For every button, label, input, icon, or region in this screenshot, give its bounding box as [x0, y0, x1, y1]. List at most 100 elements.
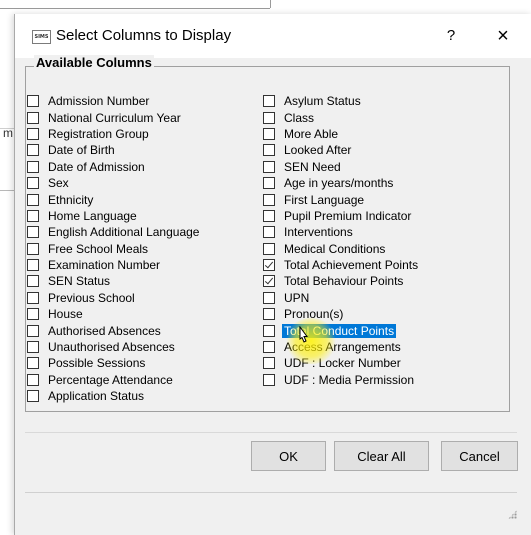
- checkbox[interactable]: [263, 127, 275, 140]
- column-option-label: Medical Conditions: [284, 241, 386, 256]
- checkbox[interactable]: [27, 275, 39, 288]
- dialog-title: Select Columns to Display: [56, 27, 232, 44]
- checkbox[interactable]: [263, 177, 275, 190]
- column-option[interactable]: House: [27, 306, 201, 322]
- column-option[interactable]: Previous School: [27, 290, 201, 306]
- checkbox[interactable]: [27, 226, 39, 239]
- column-option[interactable]: Admission Number: [27, 93, 201, 109]
- column-option[interactable]: Ethnicity: [27, 191, 201, 207]
- checkbox[interactable]: [263, 160, 275, 173]
- column-option-label: Possible Sessions: [48, 356, 146, 371]
- column-option[interactable]: National Curriculum Year: [27, 109, 201, 125]
- checkbox[interactable]: [263, 341, 275, 354]
- column-option-label: English Additional Language: [48, 225, 200, 240]
- column-option[interactable]: Medical Conditions: [263, 241, 420, 257]
- checkbox[interactable]: [27, 324, 39, 337]
- checkbox[interactable]: [27, 127, 39, 140]
- close-button[interactable]: ×: [489, 23, 517, 49]
- column-option[interactable]: Home Language: [27, 208, 201, 224]
- column-option[interactable]: Authorised Absences: [27, 322, 201, 338]
- status-strip: [25, 492, 517, 493]
- checkbox[interactable]: [263, 291, 275, 304]
- column-option[interactable]: Interventions: [263, 224, 420, 240]
- column-option-label: Ethnicity: [48, 192, 94, 207]
- column-option-label: UDF : Media Permission: [284, 372, 415, 387]
- column-option[interactable]: More Able: [263, 126, 420, 142]
- title-bar[interactable]: SIMS Select Columns to Display ? ×: [15, 14, 531, 58]
- checkbox[interactable]: [27, 259, 39, 272]
- column-option[interactable]: Percentage Attendance: [27, 372, 201, 388]
- cancel-button[interactable]: Cancel: [441, 441, 518, 471]
- column-option[interactable]: UDF : Locker Number: [263, 355, 420, 371]
- column-option[interactable]: Pupil Premium Indicator: [263, 208, 420, 224]
- checkbox[interactable]: [263, 193, 275, 206]
- column-option-label: Admission Number: [48, 94, 150, 109]
- column-option[interactable]: UDF : Media Permission: [263, 372, 420, 388]
- column-option[interactable]: Sex: [27, 175, 201, 191]
- checkbox[interactable]: [27, 95, 39, 108]
- column-option-label: Asylum Status: [284, 94, 361, 109]
- column-option-label: National Curriculum Year: [48, 110, 181, 125]
- column-option[interactable]: Total Behaviour Points: [263, 273, 420, 289]
- column-option[interactable]: English Additional Language: [27, 224, 201, 240]
- column-option[interactable]: Examination Number: [27, 257, 201, 273]
- checkbox[interactable]: [27, 144, 39, 157]
- column-option-label: Percentage Attendance: [48, 372, 173, 387]
- checkbox[interactable]: [263, 357, 275, 370]
- checkmark-icon: [264, 276, 274, 285]
- checkbox[interactable]: [263, 242, 275, 255]
- column-option[interactable]: Registration Group: [27, 126, 201, 142]
- column-option-label: Total Conduct Points: [282, 323, 397, 338]
- checkbox[interactable]: [263, 111, 275, 124]
- column-option[interactable]: Age in years/months: [263, 175, 420, 191]
- checkbox[interactable]: [263, 308, 275, 321]
- checkbox[interactable]: [263, 95, 275, 108]
- checkbox[interactable]: [27, 111, 39, 124]
- column-option[interactable]: SEN Need: [263, 159, 420, 175]
- column-option[interactable]: Asylum Status: [263, 93, 420, 109]
- checkmark-icon: [264, 259, 274, 269]
- checkbox[interactable]: [27, 341, 39, 354]
- column-option[interactable]: Application Status: [27, 388, 201, 404]
- column-option[interactable]: Looked After: [263, 142, 420, 158]
- column-option[interactable]: SEN Status: [27, 273, 201, 289]
- checkbox[interactable]: [27, 308, 39, 321]
- help-button[interactable]: ?: [439, 25, 463, 47]
- checkbox[interactable]: [27, 160, 39, 173]
- checkbox[interactable]: [263, 209, 275, 222]
- checkbox[interactable]: [263, 226, 275, 239]
- checkbox[interactable]: [27, 357, 39, 370]
- background-window-edge: [0, 0, 270, 9]
- checkbox[interactable]: [27, 291, 39, 304]
- column-option[interactable]: Total Conduct Points: [263, 322, 420, 338]
- column-option[interactable]: Possible Sessions: [27, 355, 201, 371]
- ok-button[interactable]: OK: [251, 441, 326, 471]
- checkbox[interactable]: [27, 242, 39, 255]
- checkbox[interactable]: [263, 275, 275, 288]
- column-option-label: Looked After: [284, 143, 352, 158]
- column-option-label: Class: [284, 110, 315, 125]
- checkbox[interactable]: [27, 373, 39, 386]
- column-option-label: Total Behaviour Points: [284, 274, 404, 289]
- checkbox[interactable]: [263, 324, 275, 337]
- column-option[interactable]: Date of Birth: [27, 142, 201, 158]
- column-option[interactable]: First Language: [263, 191, 420, 207]
- checkbox[interactable]: [27, 209, 39, 222]
- checkbox[interactable]: [263, 259, 275, 272]
- column-option[interactable]: Pronoun(s): [263, 306, 420, 322]
- column-option[interactable]: Class: [263, 109, 420, 125]
- column-option[interactable]: Unauthorised Absences: [27, 339, 201, 355]
- checkbox[interactable]: [27, 177, 39, 190]
- column-option[interactable]: Date of Admission: [27, 159, 201, 175]
- checkbox[interactable]: [263, 144, 275, 157]
- column-option[interactable]: Total Achievement Points: [263, 257, 420, 273]
- checkbox[interactable]: [263, 373, 275, 386]
- app-icon: SIMS: [32, 30, 51, 44]
- columns-list-right: Asylum Status Class More Able Looked After S…: [263, 93, 420, 388]
- checkbox[interactable]: [27, 193, 39, 206]
- clear-all-button[interactable]: Clear All: [334, 441, 429, 471]
- checkbox[interactable]: [27, 390, 39, 403]
- column-option[interactable]: UPN: [263, 290, 420, 306]
- column-option[interactable]: Access Arrangements: [263, 339, 420, 355]
- column-option[interactable]: Free School Meals: [27, 241, 201, 257]
